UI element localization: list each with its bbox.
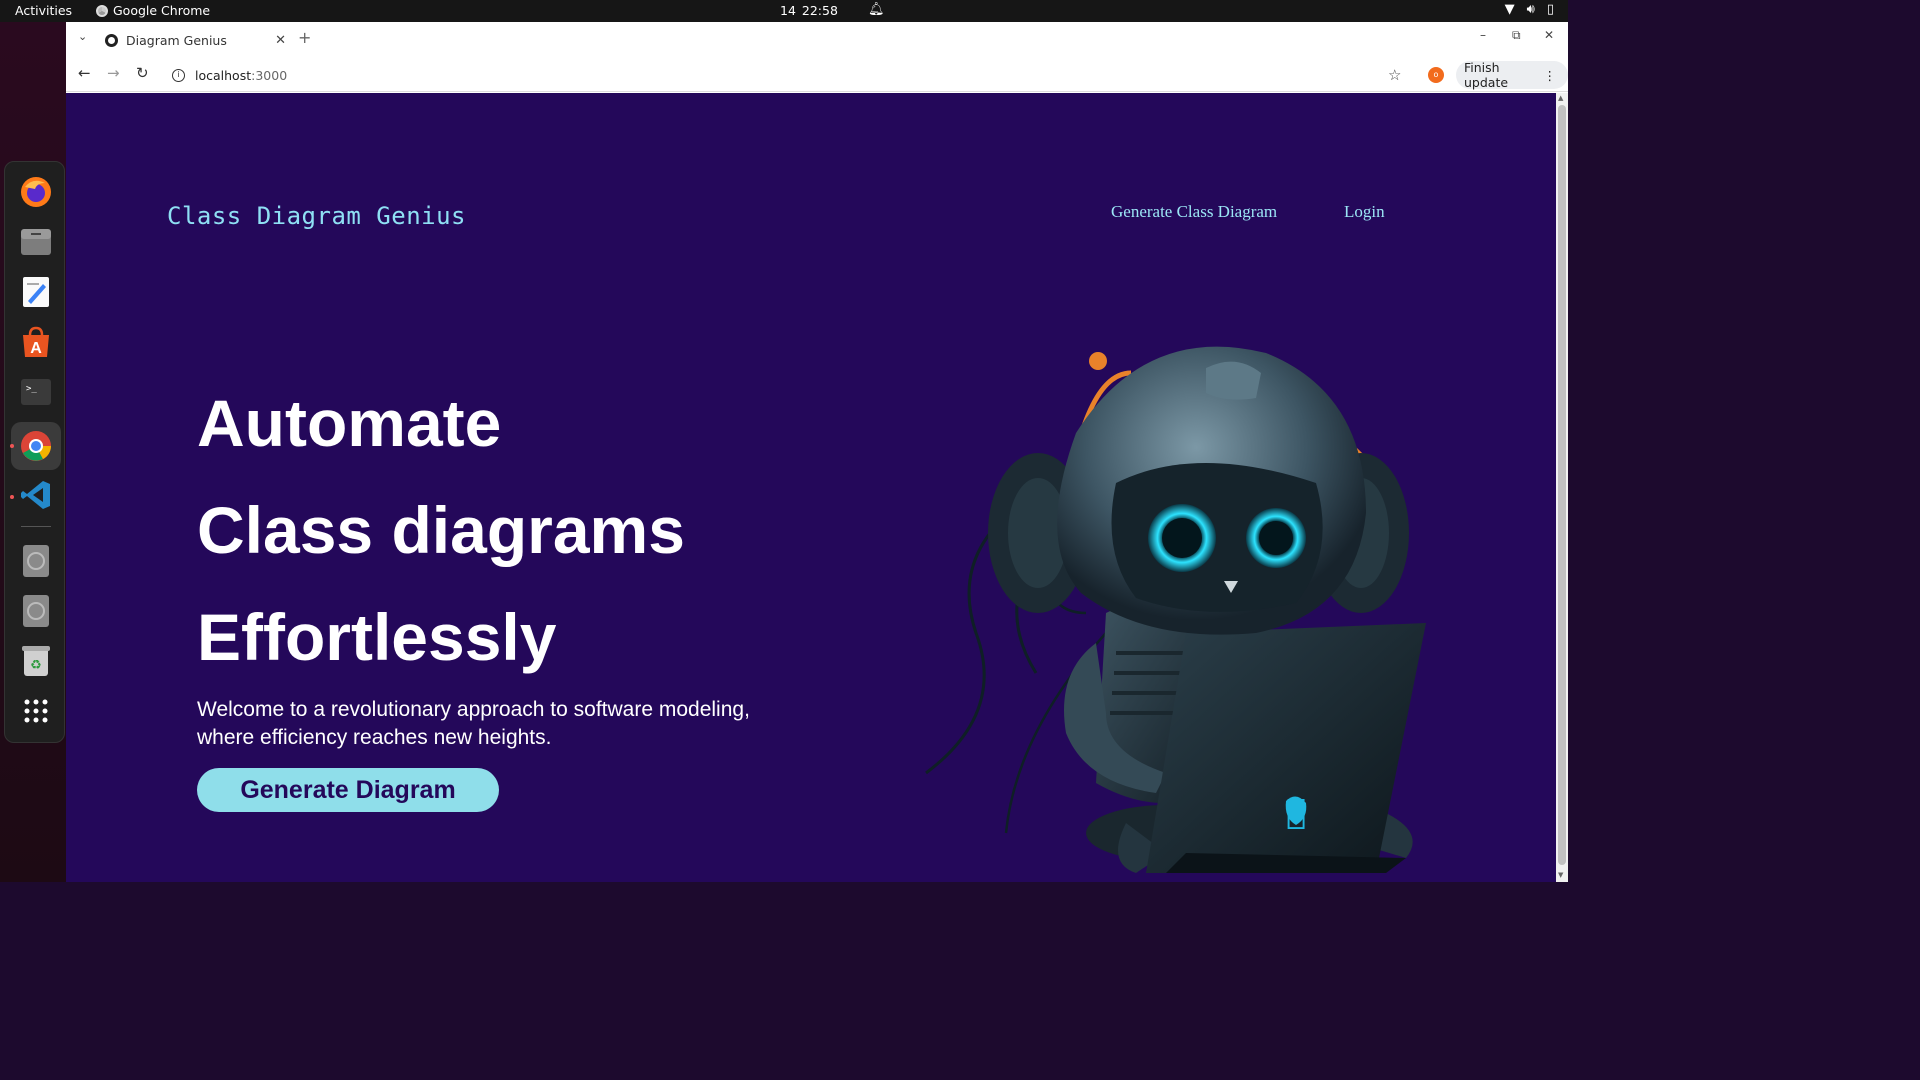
firefox-icon[interactable] [18, 174, 54, 210]
volume-icon: 🔊︎ [1526, 2, 1535, 17]
scrollbar-thumb[interactable] [1558, 105, 1566, 865]
tab-search-chevron-icon[interactable]: ⌄ [78, 30, 87, 43]
finish-update-button[interactable]: Finish update ⋮ [1456, 60, 1568, 90]
app-grid-icon[interactable] [18, 693, 54, 729]
system-top-bar: Activities Google Chrome 14 22:58 🔔︎ ▼ 🔊… [0, 0, 1568, 22]
notification-bell-icon[interactable]: 🔔︎ [868, 2, 885, 17]
url-text: localhost:3000 [195, 67, 288, 83]
battery-icon: ▯ [1546, 2, 1554, 17]
page-scrollbar[interactable]: ▲ ▼ [1556, 93, 1568, 882]
app-center-icon[interactable]: A [18, 324, 54, 360]
files-icon[interactable] [18, 224, 54, 260]
browser-toolbar: ← → ↻ i localhost:3000 ☆ o Finish update… [66, 58, 1568, 92]
dock: A >_ ♻ [4, 161, 65, 743]
chrome-icon[interactable] [11, 422, 61, 470]
robot-illustration:  [925, 346, 1426, 873]
running-indicator [10, 495, 14, 499]
nav-login[interactable]: Login [1344, 202, 1385, 222]
svg-text:♻: ♻ [30, 658, 42, 673]
text-editor-icon[interactable] [18, 274, 54, 310]
close-window-icon[interactable]: ✕ [1544, 28, 1554, 42]
wifi-icon: ▼ [1504, 2, 1515, 17]
kebab-menu-icon: ⋮ [1543, 67, 1557, 83]
web-page: Class Diagram Genius Generate Class Diag… [66, 93, 1556, 882]
finish-update-label: Finish update [1464, 60, 1509, 90]
hero-heading-line-3: Effortlessly [197, 600, 557, 674]
site-logo[interactable]: Class Diagram Genius [167, 202, 466, 230]
system-tray[interactable]: ▼ 🔊︎ ▯ [1505, 2, 1554, 17]
disc-icon[interactable] [18, 543, 54, 579]
activities-button[interactable]: Activities [15, 3, 72, 18]
tab-strip: ⌄ Diagram Genius ✕ + – ⧉ ✕ [66, 22, 1568, 54]
date-label: 14 [780, 3, 796, 18]
hero-heading-line-1: Automate [197, 386, 502, 460]
svg-text:A: A [30, 340, 42, 357]
minimize-icon[interactable]: – [1480, 28, 1486, 42]
new-tab-button[interactable]: + [298, 28, 311, 47]
disc-icon[interactable] [18, 593, 54, 629]
tab-diagram-genius[interactable]: Diagram Genius ✕ [96, 26, 292, 54]
tab-title: Diagram Genius [126, 32, 227, 48]
app-name: Google Chrome [113, 3, 211, 18]
generate-diagram-button[interactable]: Generate Diagram [197, 768, 499, 812]
back-icon[interactable]: ← [78, 64, 91, 82]
time-label: 22:58 [801, 3, 838, 18]
close-tab-icon[interactable]: ✕ [275, 33, 286, 48]
reload-icon[interactable]: ↻ [136, 64, 149, 82]
nav-generate-class-diagram[interactable]: Generate Class Diagram [1111, 202, 1277, 222]
scroll-up-icon[interactable]: ▲ [1558, 94, 1563, 102]
forward-icon[interactable]: → [107, 64, 120, 82]
trash-icon[interactable]: ♻ [18, 643, 54, 679]
hero-subtitle: Welcome to a revolutionary approach to s… [197, 698, 750, 749]
hero-heading-line-2: Class diagrams [197, 493, 685, 567]
extension-icon[interactable]: o [1428, 67, 1444, 83]
clock[interactable]: 14 22:58 [780, 3, 838, 18]
vscode-icon[interactable] [18, 477, 54, 513]
bookmark-star-icon[interactable]: ☆ [1388, 66, 1401, 84]
app-menu[interactable]: Google Chrome [96, 3, 210, 18]
browser-window: ⌄ Diagram Genius ✕ + – ⧉ ✕ ← → ↻ i local… [66, 22, 1568, 882]
running-indicator [10, 444, 14, 448]
terminal-icon[interactable]: >_ [18, 374, 54, 410]
favicon-icon [105, 33, 118, 47]
chrome-mini-icon [96, 4, 108, 17]
address-bar[interactable]: i localhost:3000 [164, 61, 1414, 89]
svg-text:>_: >_ [26, 384, 37, 394]
dock-separator [21, 526, 51, 527]
restore-icon[interactable]: ⧉ [1512, 28, 1521, 43]
site-info-icon[interactable]: i [172, 68, 185, 82]
scroll-down-icon[interactable]: ▼ [1558, 871, 1563, 879]
